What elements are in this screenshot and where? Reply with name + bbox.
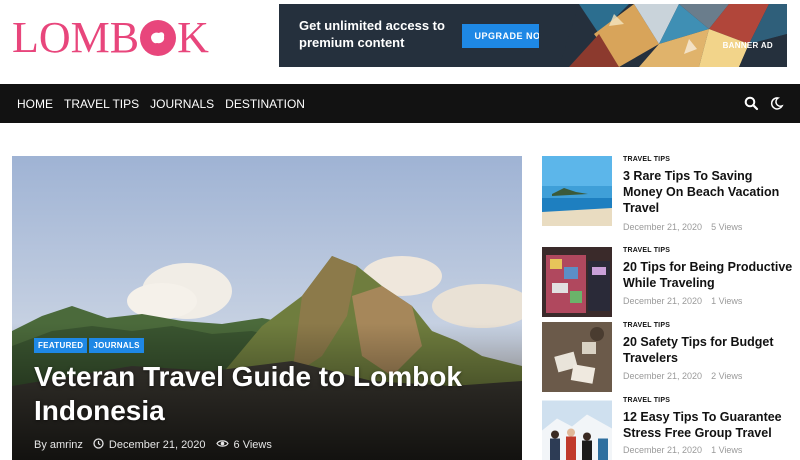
post-meta: December 21, 2020 1 Views <box>623 296 742 306</box>
list-item: TRAVEL TIPS 12 Easy Tips To Guarantee St… <box>542 397 794 460</box>
post-title[interactable]: 20 Tips for Being Productive While Trave… <box>623 259 793 291</box>
post-title[interactable]: 12 Easy Tips To Guarantee Stress Free Gr… <box>623 409 793 441</box>
featured-meta: By amrinz December 21, 2020 6 Views <box>34 438 272 452</box>
post-views: 2 Views <box>711 371 743 381</box>
featured-title[interactable]: Veteran Travel Guide to Lombok Indonesia <box>34 360 484 428</box>
post-category[interactable]: TRAVEL TIPS <box>623 397 670 404</box>
post-meta: December 21, 2020 1 Views <box>623 445 742 455</box>
nav-item-home[interactable]: HOME <box>17 97 53 111</box>
nav-item-journals[interactable]: JOURNALS <box>150 97 214 111</box>
post-meta: December 21, 2020 5 Views <box>623 222 742 232</box>
post-category[interactable]: TRAVEL TIPS <box>623 247 670 254</box>
post-category[interactable]: TRAVEL TIPS <box>623 322 670 329</box>
post-thumbnail-photos[interactable] <box>542 322 612 392</box>
main-navigation: HOME TRAVEL TIPS JOURNALS DESTINATION <box>0 84 800 123</box>
moon-icon[interactable] <box>769 96 784 111</box>
site-header: LOMB K Get unlimited access to premium co… <box>0 0 800 84</box>
post-views: 1 Views <box>711 296 743 306</box>
post-date: December 21, 2020 <box>623 222 703 232</box>
banner-text: Get unlimited access to premium content <box>299 18 445 50</box>
banner-ad-label: BANNER AD <box>722 41 773 50</box>
post-thumbnail-luggage[interactable] <box>542 247 612 317</box>
author-link[interactable]: amrinz <box>50 439 83 451</box>
post-date: December 21, 2020 <box>623 371 703 381</box>
post-thumbnail-group[interactable] <box>542 397 612 460</box>
post-views: 1 Views <box>711 445 743 455</box>
list-item: TRAVEL TIPS 3 Rare Tips To Saving Money … <box>542 156 794 236</box>
tag-featured[interactable]: FEATURED <box>34 338 88 353</box>
post-views: 5 Views <box>711 222 743 232</box>
list-item: TRAVEL TIPS 20 Safety Tips for Budget Tr… <box>542 322 794 392</box>
post-thumbnail-beach[interactable] <box>542 156 612 226</box>
featured-views: 6 Views <box>233 439 272 451</box>
by-label: By <box>34 439 47 451</box>
tag-journals[interactable]: JOURNALS <box>89 338 144 353</box>
site-logo[interactable]: LOMB K <box>12 12 209 62</box>
post-category[interactable]: TRAVEL TIPS <box>623 156 670 163</box>
post-date: December 21, 2020 <box>623 296 703 306</box>
post-date: December 21, 2020 <box>623 445 703 455</box>
logo-text-right: K <box>177 12 209 62</box>
banner-art-image <box>539 4 787 67</box>
logo-text-left: LOMB <box>12 12 140 62</box>
post-title[interactable]: 20 Safety Tips for Budget Travelers <box>623 334 793 366</box>
eye-icon <box>215 438 229 452</box>
search-icon[interactable] <box>744 96 759 111</box>
logo-o-island-icon <box>140 20 177 56</box>
post-meta: December 21, 2020 2 Views <box>623 371 742 381</box>
clock-icon <box>93 438 104 452</box>
featured-post[interactable]: FEATURED JOURNALS Veteran Travel Guide t… <box>12 156 522 460</box>
featured-date: December 21, 2020 <box>108 439 206 451</box>
post-title[interactable]: 3 Rare Tips To Saving Money On Beach Vac… <box>623 168 793 216</box>
banner-ad[interactable]: Get unlimited access to premium content … <box>279 4 787 67</box>
nav-item-travel-tips[interactable]: TRAVEL TIPS <box>64 97 139 111</box>
list-item: TRAVEL TIPS 20 Tips for Being Productive… <box>542 247 794 317</box>
nav-item-destination[interactable]: DESTINATION <box>225 97 305 111</box>
